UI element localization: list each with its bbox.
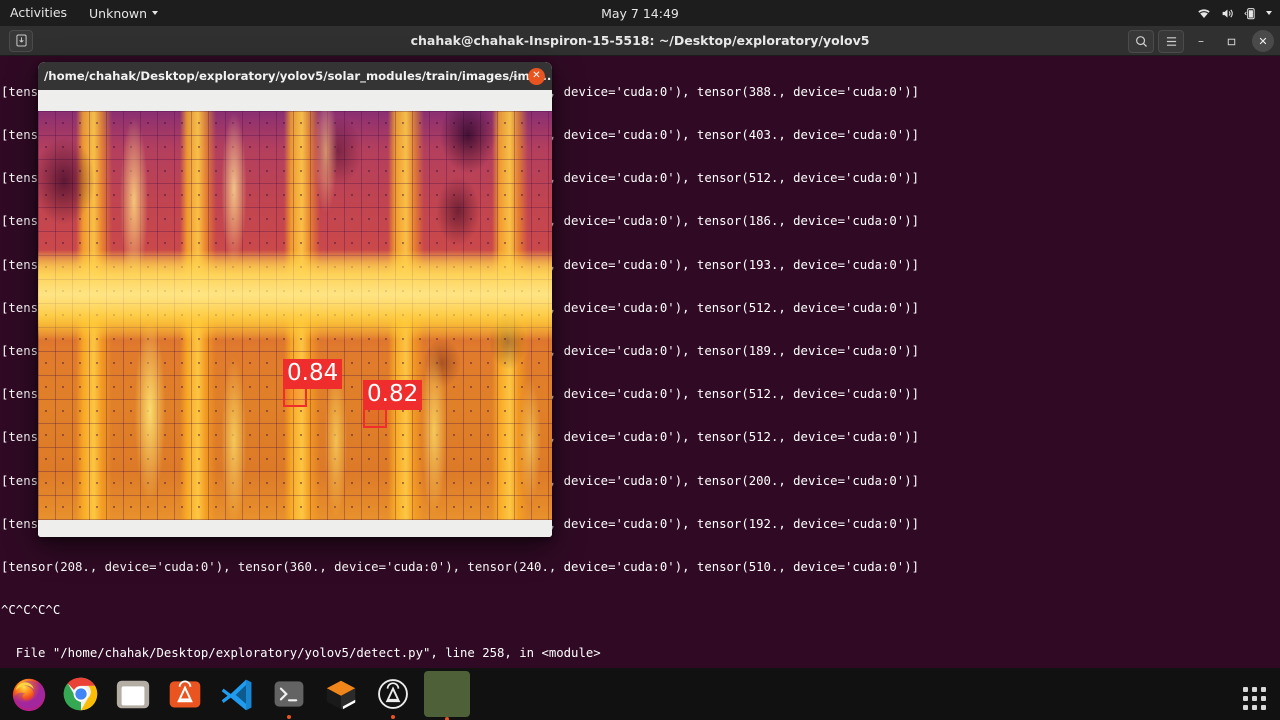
dock-item-vscode[interactable]: [216, 673, 258, 715]
grid-dot: [1261, 687, 1266, 692]
running-indicator: [287, 715, 291, 719]
dock-item-terminal[interactable]: [268, 673, 310, 719]
battery-icon: [1244, 7, 1255, 19]
minimize-button[interactable]: –: [1188, 30, 1214, 53]
chevron-down-icon: [152, 11, 159, 15]
virtualbox-icon: [326, 680, 356, 710]
grid-dot: [1252, 687, 1257, 692]
close-button[interactable]: ✕: [1252, 30, 1274, 52]
dock-item-files[interactable]: [112, 673, 154, 715]
grid-dot: [1243, 696, 1248, 701]
grid-dot: [1261, 705, 1266, 710]
vscode-icon: [221, 679, 252, 711]
detection-label: 0.82: [363, 380, 423, 410]
ubuntu-dock: [0, 668, 1280, 720]
files-icon: [116, 680, 150, 709]
terminal-icon: [274, 681, 304, 707]
detection-box: [363, 407, 387, 428]
image-viewer-close-button[interactable]: ✕: [528, 67, 545, 85]
terminal-title: chahak@chahak-Inspiron-15-5518: ~/Deskto…: [410, 33, 870, 48]
detection-label: 0.84: [283, 359, 343, 389]
volume-icon: [1222, 8, 1233, 18]
image-viewer-window: /home/chahak/Desktop/exploratory/yolov5/…: [38, 62, 552, 537]
maximize-button[interactable]: [1218, 30, 1244, 53]
thermal-walkway-band: [38, 111, 552, 520]
terminal-titlebar[interactable]: chahak@chahak-Inspiron-15-5518: ~/Deskto…: [0, 26, 1280, 56]
detection-box: [283, 386, 307, 407]
dock-item-image-viewer[interactable]: [424, 671, 470, 720]
tray-chevron-down-icon[interactable]: [1266, 11, 1272, 15]
dock-item-firefox[interactable]: [8, 673, 50, 715]
dock-item-app-center[interactable]: [372, 673, 414, 719]
running-indicator: [391, 715, 395, 719]
grid-dot: [1252, 705, 1257, 710]
app-menu-button[interactable]: Unknown: [79, 6, 168, 21]
terminal-window-controls: – ✕: [1128, 26, 1274, 56]
activities-button[interactable]: Activities: [0, 0, 79, 26]
dock-item-chrome[interactable]: [60, 673, 102, 715]
image-viewer-window-controls: – ✕: [512, 62, 545, 90]
desktop-screen: Activities Unknown May 7 14:49 chahak@ch…: [0, 0, 1280, 720]
ubuntu-software-icon: [169, 680, 201, 708]
terminal-line: ^C^C^C^C: [1, 603, 61, 618]
image-viewer-minimize-button[interactable]: –: [512, 70, 519, 83]
app-menu-label: Unknown: [89, 5, 148, 21]
app-center-icon: [378, 679, 408, 709]
image-canvas[interactable]: 0.84 0.82: [38, 90, 552, 537]
grid-dot: [1243, 705, 1248, 710]
hamburger-menu-icon[interactable]: [1158, 29, 1184, 53]
search-icon[interactable]: [1128, 29, 1154, 53]
gnome-top-bar: Activities Unknown May 7 14:49: [0, 0, 1280, 26]
firefox-icon: [12, 678, 46, 712]
terminal-line: File "/home/chahak/Desktop/exploratory/y…: [1, 646, 601, 661]
thermal-solar-panel-image: 0.84 0.82: [38, 111, 552, 520]
image-viewer-title: /home/chahak/Desktop/exploratory/yolov5/…: [44, 69, 552, 83]
chrome-icon: [63, 677, 98, 711]
system-tray[interactable]: [1197, 0, 1272, 26]
image-viewer-titlebar[interactable]: /home/chahak/Desktop/exploratory/yolov5/…: [38, 62, 552, 90]
grid-dot: [1252, 696, 1257, 701]
show-applications-button[interactable]: [1243, 687, 1266, 710]
terminal-line: [tensor(208., device='cuda:0'), tensor(3…: [1, 560, 920, 575]
wifi-icon: [1198, 8, 1210, 18]
dock-item-virtualbox[interactable]: [320, 673, 362, 715]
grid-dot: [1261, 696, 1266, 701]
grid-dot: [1243, 687, 1248, 692]
clock[interactable]: May 7 14:49: [0, 6, 1280, 21]
dock-item-ubuntu-software[interactable]: [164, 673, 206, 715]
